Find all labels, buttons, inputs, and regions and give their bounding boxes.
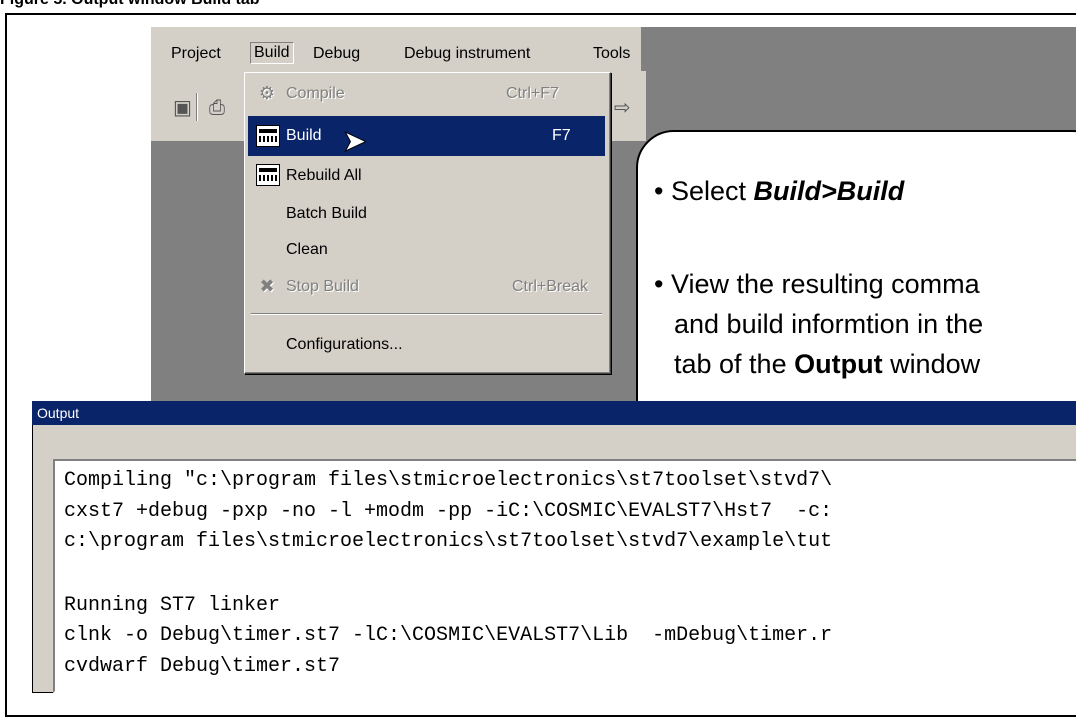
callout-bullet-view-line2: and build informtion in the bbox=[674, 309, 984, 339]
menu-item-label: Batch Build bbox=[286, 205, 367, 222]
callout-bullet-select: • Select Build>Build bbox=[654, 176, 905, 206]
menu-item-stop-build[interactable]: ✖ Stop Build Ctrl+Break bbox=[248, 270, 605, 304]
menu-item-label: Rebuild All bbox=[286, 167, 362, 184]
output-line: cvdwarf Debug\timer.st7 bbox=[64, 655, 341, 678]
menu-item-label: Build bbox=[286, 127, 322, 144]
arrow-right-icon[interactable]: ⇨ bbox=[614, 95, 631, 119]
print-icon[interactable]: ⎙ bbox=[209, 95, 225, 119]
menu-item-shortcut: F7 bbox=[552, 127, 571, 144]
stop-build-icon: ✖ bbox=[259, 276, 275, 297]
menu-item-shortcut: Ctrl+Break bbox=[512, 278, 589, 295]
menu-item-label: Compile bbox=[286, 85, 345, 102]
menu-item-shortcut: Ctrl+F7 bbox=[506, 85, 559, 102]
rebuild-all-icon bbox=[256, 164, 280, 186]
output-line: Compiling "c:\program files\stmicroelect… bbox=[64, 469, 833, 492]
build-menu-dropdown: ⚙ Compile Ctrl+F7 Build F7 Rebuild All B… bbox=[244, 72, 611, 374]
compile-icon: ⚙ bbox=[258, 83, 276, 104]
toolbar-separator bbox=[196, 93, 198, 121]
output-line: Running ST7 linker bbox=[64, 594, 281, 617]
menu-bar bbox=[151, 27, 641, 71]
figure-caption: Figure 5. Output window Build tab bbox=[0, 0, 260, 9]
menu-item-build[interactable]: Build F7 bbox=[248, 116, 605, 156]
build-icon bbox=[256, 125, 280, 147]
output-window-title-bar[interactable]: Output bbox=[32, 401, 1076, 425]
menu-item-batch-build[interactable]: Batch Build bbox=[248, 197, 605, 231]
output-line: cxst7 +debug -pxp -no -l +modm -pp -iC:\… bbox=[64, 500, 833, 523]
menu-item-compile[interactable]: ⚙ Compile Ctrl+F7 bbox=[248, 77, 605, 111]
menu-tools[interactable]: Tools bbox=[593, 44, 630, 64]
callout-bullet-view-line1: • View the resulting comma bbox=[654, 269, 980, 299]
menu-item-label: Configurations... bbox=[286, 336, 403, 353]
menu-debug[interactable]: Debug bbox=[313, 44, 360, 64]
menu-item-label: Stop Build bbox=[286, 278, 359, 295]
menu-item-clean[interactable]: Clean bbox=[248, 233, 605, 267]
menu-project[interactable]: Project bbox=[171, 44, 221, 64]
menu-separator bbox=[251, 313, 602, 315]
output-window-title: Output bbox=[37, 405, 80, 421]
output-line: clnk -o Debug\timer.st7 -lC:\COSMIC\EVAL… bbox=[64, 624, 833, 647]
menu-debug-instrument[interactable]: Debug instrument bbox=[404, 44, 530, 64]
menu-item-label: Clean bbox=[286, 241, 328, 258]
menu-build[interactable]: Build bbox=[250, 42, 294, 64]
callout-bullet-view-line3: tab of the Output window bbox=[674, 349, 981, 379]
save-icon[interactable]: ▣ bbox=[173, 95, 192, 119]
output-line: c:\program files\stmicroelectronics\st7t… bbox=[64, 530, 833, 553]
menu-item-configurations[interactable]: Configurations... bbox=[248, 328, 605, 362]
menu-item-rebuild-all[interactable]: Rebuild All bbox=[248, 159, 605, 193]
mouse-cursor-icon: ➤ bbox=[341, 124, 368, 159]
